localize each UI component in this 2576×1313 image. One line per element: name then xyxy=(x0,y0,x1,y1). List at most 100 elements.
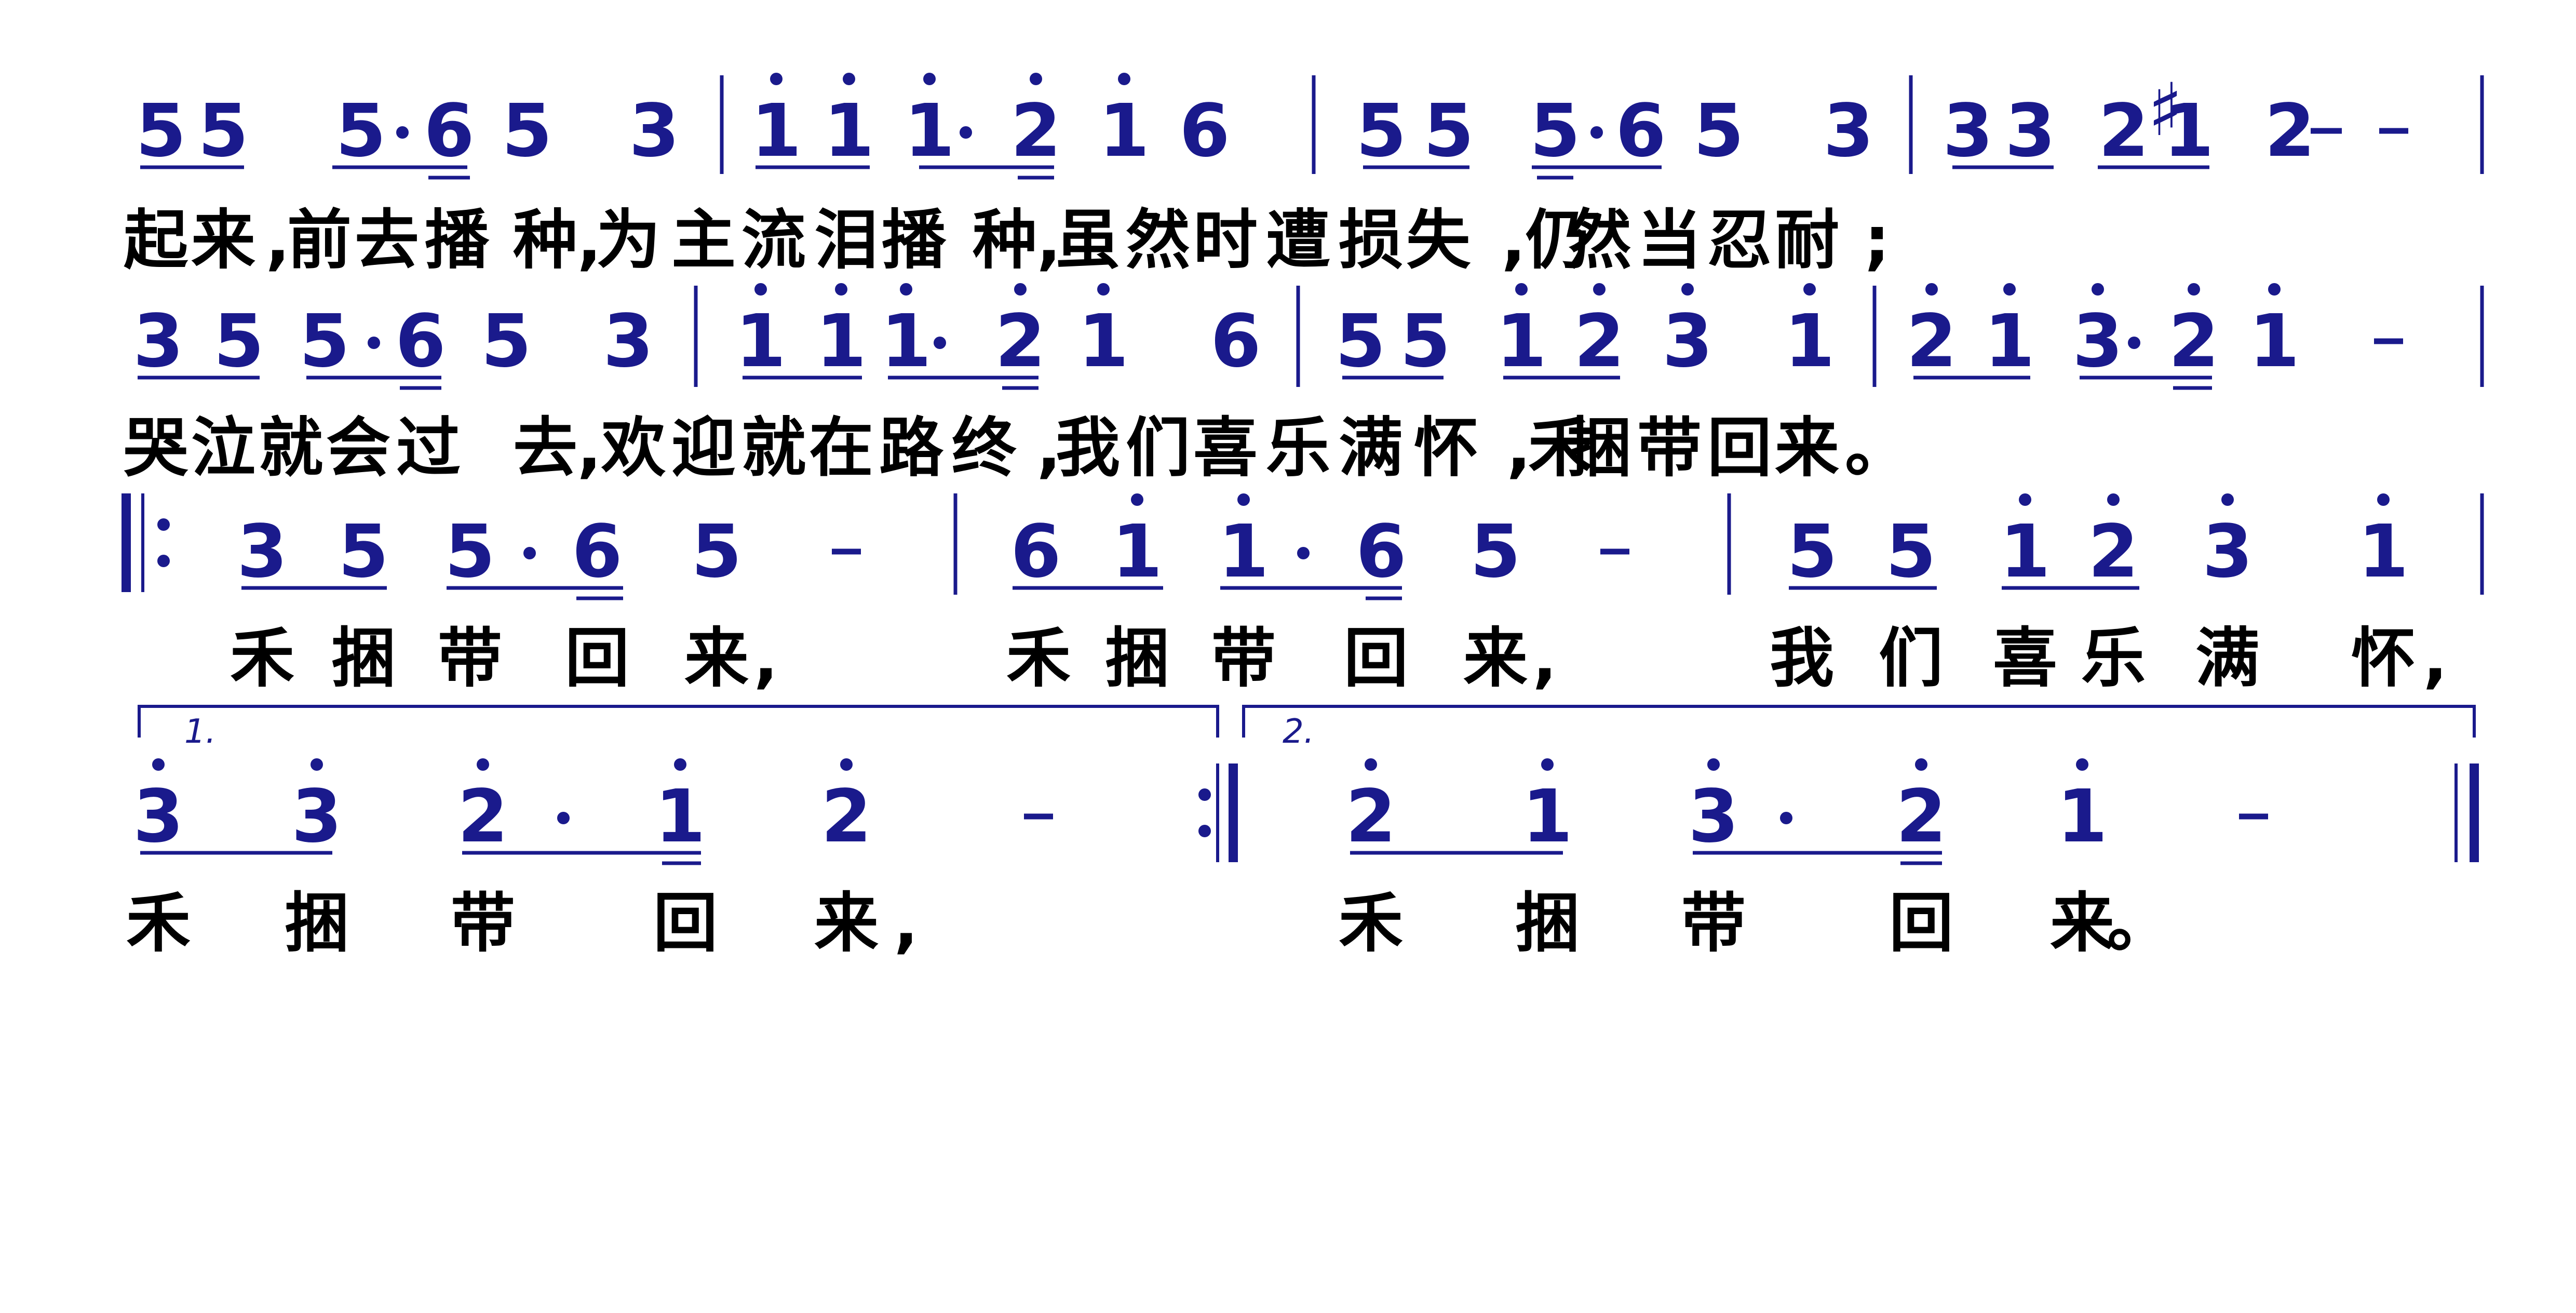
lyric-char: , xyxy=(265,203,290,278)
note-digit: 1 xyxy=(2057,774,2107,859)
note-digit: 5 xyxy=(299,299,349,384)
lyric-char: 种 xyxy=(973,203,1037,278)
lyric-char: 带 xyxy=(1637,411,1702,486)
lyric-char: 会 xyxy=(326,411,390,486)
high-octave-dot xyxy=(840,758,853,771)
lyric-char: 前 xyxy=(287,203,352,278)
lyric-char: 来 xyxy=(814,886,879,961)
note-digit: 3 xyxy=(133,774,183,859)
note-digit: 1 xyxy=(1218,510,1269,594)
note-digit: 3 xyxy=(2202,510,2253,594)
lyric-char: 我 xyxy=(1056,411,1120,486)
note-digit: 2 xyxy=(2168,299,2219,384)
lyric-char: 禾 xyxy=(1006,621,1071,696)
note-digit: 1 xyxy=(2358,510,2408,594)
high-octave-dot xyxy=(770,73,783,85)
note-digit: 1 xyxy=(1496,299,1546,384)
note-digit: 3 xyxy=(629,89,679,173)
lyric-char: 回 xyxy=(1707,411,1772,486)
high-octave-dot xyxy=(311,758,323,771)
high-octave-dot xyxy=(1097,283,1110,296)
note-digit: 5 xyxy=(338,510,388,594)
lyric-char: 耐 xyxy=(1775,203,1839,278)
note-digit: 3 xyxy=(1688,774,1738,859)
note-digit: 5 xyxy=(198,89,248,173)
note-digit: 6 xyxy=(424,89,474,173)
lyric-char: 捆 xyxy=(1515,886,1580,961)
high-octave-dot xyxy=(1541,758,1554,771)
note-digit: 2 xyxy=(1896,774,1946,859)
note-digit: 6 xyxy=(395,299,446,384)
lyric-char: 来 xyxy=(191,203,255,278)
lyric-char: 禾 xyxy=(1339,886,1403,961)
note-digit: 3 xyxy=(133,299,183,384)
note-digit: 2 xyxy=(821,774,871,859)
lyric-char: 损 xyxy=(1339,203,1403,278)
high-octave-dot xyxy=(1925,283,1938,296)
note-digit: 5 xyxy=(1693,89,1744,173)
lyric-char: 回 xyxy=(565,621,629,696)
note-digit: 1 xyxy=(2249,299,2299,384)
high-octave-dot xyxy=(152,758,165,771)
note-digit: 5 xyxy=(213,299,264,384)
high-octave-dot xyxy=(2107,493,2120,506)
lyric-char: 播 xyxy=(425,203,490,278)
lyric-char: 遭 xyxy=(1266,203,1330,278)
high-octave-dot xyxy=(2377,493,2390,506)
lyric-char: 捆 xyxy=(331,621,396,696)
note-digit: 2 xyxy=(1010,89,1061,173)
lyric-char: 禾 xyxy=(230,621,294,696)
high-octave-dot xyxy=(477,758,489,771)
lyric-char: 乐 xyxy=(2081,621,2146,696)
high-octave-dot xyxy=(923,73,936,85)
note-digit: 1 xyxy=(904,89,954,173)
note-digit: 1 xyxy=(2163,89,2214,173)
high-octave-dot xyxy=(1803,283,1816,296)
note-digit: 2 xyxy=(457,774,508,859)
high-octave-dot xyxy=(1915,758,1927,771)
lyric-char: 终 xyxy=(952,411,1017,486)
note-digit: 1 xyxy=(2000,510,2050,594)
note-digit: 1 xyxy=(816,299,866,384)
lyric-char: 失 xyxy=(1406,203,1471,278)
lyric-char: 忍 xyxy=(1707,203,1772,278)
lyric-char: 泪 xyxy=(814,203,879,278)
high-octave-dot xyxy=(835,283,847,296)
lyric-char: 泣 xyxy=(191,411,255,486)
lyric-char: 带 xyxy=(438,621,502,696)
high-octave-dot xyxy=(1118,73,1130,85)
repeat-dot xyxy=(1198,825,1211,837)
note-digit: 6 xyxy=(1179,89,1230,173)
lyric-char: 带 xyxy=(1211,621,1276,696)
note-digit: 1 xyxy=(655,774,705,859)
high-octave-dot xyxy=(1707,758,1720,771)
note-digit: 5 xyxy=(691,510,741,594)
lyric-char: 欢 xyxy=(601,411,666,486)
high-octave-dot xyxy=(1365,758,1377,771)
lyric-char: 回 xyxy=(1889,886,1953,961)
high-octave-dot xyxy=(1014,283,1027,296)
lyric-char: 主 xyxy=(671,203,736,278)
note-digit: 5 xyxy=(444,510,495,594)
lyric-char: 在 xyxy=(809,411,873,486)
lyric-char: 们 xyxy=(1126,411,1190,486)
high-octave-dot xyxy=(2188,283,2200,296)
high-octave-dot xyxy=(2076,758,2088,771)
lyric-char: 种 xyxy=(513,203,577,278)
lyric-char: 带 xyxy=(451,886,515,961)
lyric-char: 当 xyxy=(1637,203,1702,278)
high-octave-dot xyxy=(1030,73,1042,85)
lyric-char: , xyxy=(2423,621,2447,696)
lyric-char: 播 xyxy=(882,203,947,278)
lyric-char: 来 xyxy=(1775,411,1839,486)
lyric-char: 带 xyxy=(1681,886,1746,961)
high-octave-dot xyxy=(2003,283,2016,296)
lyric-char: , xyxy=(577,411,601,486)
note-digit: 2 xyxy=(1345,774,1396,859)
lyric-char: 迎 xyxy=(671,411,736,486)
high-octave-dot xyxy=(674,758,686,771)
high-octave-dot xyxy=(1515,283,1528,296)
note-digit: 5 xyxy=(1335,299,1385,384)
lyric-char: 流 xyxy=(741,203,806,278)
note-digit: 6 xyxy=(1210,299,1261,384)
